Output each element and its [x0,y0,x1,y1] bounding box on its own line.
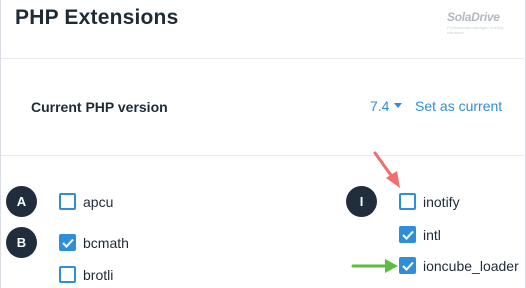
extension-label: brotli [83,266,114,283]
checkmark-icon [401,261,414,271]
extension-intl[interactable]: intl [399,226,441,243]
intl-checkbox[interactable] [399,226,416,243]
extension-label: intl [423,226,441,243]
caret-down-icon [394,103,403,108]
extension-brotli[interactable]: brotli [59,266,113,283]
extension-label: bcmath [83,234,129,251]
apcu-checkbox[interactable] [59,193,76,210]
extension-label: ioncube_loader [423,257,519,274]
green-arrow-head [385,259,398,273]
php-version-dropdown[interactable]: 7.4 [370,98,403,114]
step-marker-a: A [6,186,37,217]
red-arrow-shaft [373,151,395,180]
page-title: PHP Extensions [15,6,179,29]
php-version-label: Current PHP version [31,99,168,115]
version-divider [1,155,526,156]
green-arrow-icon [351,259,398,273]
step-marker-b: B [6,227,37,258]
extensions-panel: PHP Extensions SolaDrive Professional ma… [0,0,526,288]
logo-brand: SolaDrive [447,10,500,24]
header-divider [1,58,526,59]
checkmark-icon [61,238,74,248]
brotli-checkbox[interactable] [59,266,76,283]
extension-ioncube-loader[interactable]: ioncube_loader [399,257,519,274]
extension-label: apcu [83,193,114,210]
checkmark-icon [401,230,414,240]
logo-tagline: Professional managed hosting solutions [447,25,504,35]
php-version-value: 7.4 [370,98,390,114]
extension-inotify[interactable]: inotify [399,193,460,210]
ioncube-loader-checkbox[interactable] [399,257,416,274]
soladrive-logo: SolaDrive Professional managed hosting s… [447,10,517,38]
step-marker-i: I [346,186,377,217]
extension-apcu[interactable]: apcu [59,193,113,210]
red-arrow-icon [373,151,400,188]
set-as-current-link[interactable]: Set as current [415,98,502,114]
bcmath-checkbox[interactable] [59,234,76,251]
extension-label: inotify [423,193,460,210]
inotify-checkbox[interactable] [399,193,416,210]
extension-bcmath[interactable]: bcmath [59,234,129,251]
